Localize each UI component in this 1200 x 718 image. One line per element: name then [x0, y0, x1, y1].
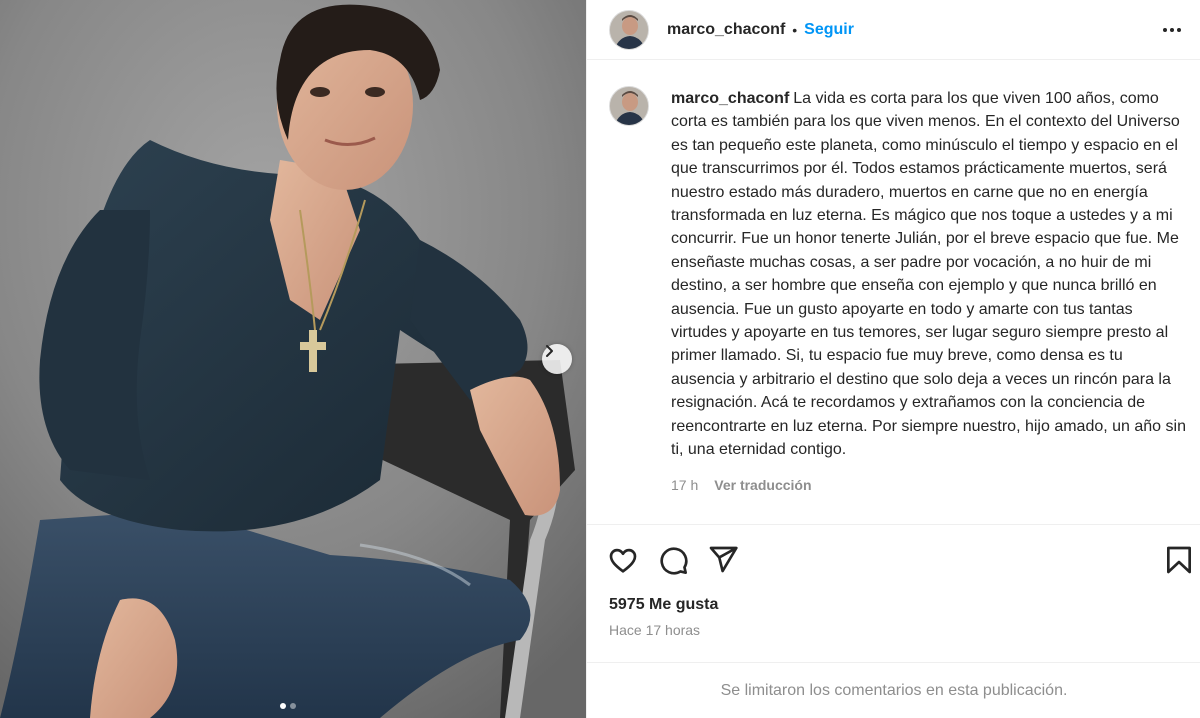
carousel-indicator	[280, 703, 296, 709]
post-actions-bar	[587, 540, 1200, 580]
caption-author-username[interactable]: marco_chaconf	[671, 90, 789, 107]
caption-author-avatar[interactable]	[609, 86, 649, 126]
post-media[interactable]	[0, 0, 586, 718]
caption-section: marco_chaconf La vida es corta para los q…	[587, 61, 1200, 525]
share-icon	[709, 546, 738, 573]
author-avatar[interactable]	[609, 9, 649, 50]
post-header: marco_chaconf • Seguir	[587, 0, 1200, 60]
like-button[interactable]	[607, 544, 639, 576]
bookmark-icon	[1167, 546, 1191, 574]
heart-icon	[609, 548, 637, 573]
save-button[interactable]	[1163, 544, 1195, 576]
share-button[interactable]	[707, 544, 739, 576]
see-translation-link[interactable]: Ver traducción	[714, 477, 811, 493]
post-details-panel: marco_chaconf • Seguir marco_chaconf La …	[586, 0, 1200, 718]
comments-disabled-notice: Se limitaron los comentarios en esta pub…	[587, 662, 1200, 718]
author-username[interactable]: marco_chaconf	[667, 21, 785, 39]
post-photo	[0, 0, 586, 718]
follow-button[interactable]: Seguir	[804, 21, 854, 39]
avatar-image	[610, 10, 648, 49]
caption-text: marco_chaconf La vida es corta para los q…	[671, 87, 1191, 462]
comment-button[interactable]	[657, 544, 689, 576]
caption-meta: 17 h Ver traducción	[671, 477, 812, 493]
comment-icon	[660, 547, 688, 575]
separator-dot: •	[792, 21, 798, 38]
like-count[interactable]: 5975 Me gusta	[609, 596, 718, 614]
carousel-dot	[290, 703, 296, 709]
carousel-dot-active	[280, 703, 286, 709]
more-options-button[interactable]	[1158, 16, 1186, 44]
post-timestamp[interactable]: Hace 17 horas	[609, 622, 700, 638]
caption-body: La vida es corta para los que viven 100 …	[671, 90, 1186, 459]
caption-timestamp[interactable]: 17 h	[671, 477, 698, 493]
more-options-icon	[1163, 28, 1181, 32]
avatar-image	[610, 87, 648, 125]
chevron-right-icon	[546, 345, 553, 357]
carousel-next-button[interactable]	[542, 344, 572, 374]
